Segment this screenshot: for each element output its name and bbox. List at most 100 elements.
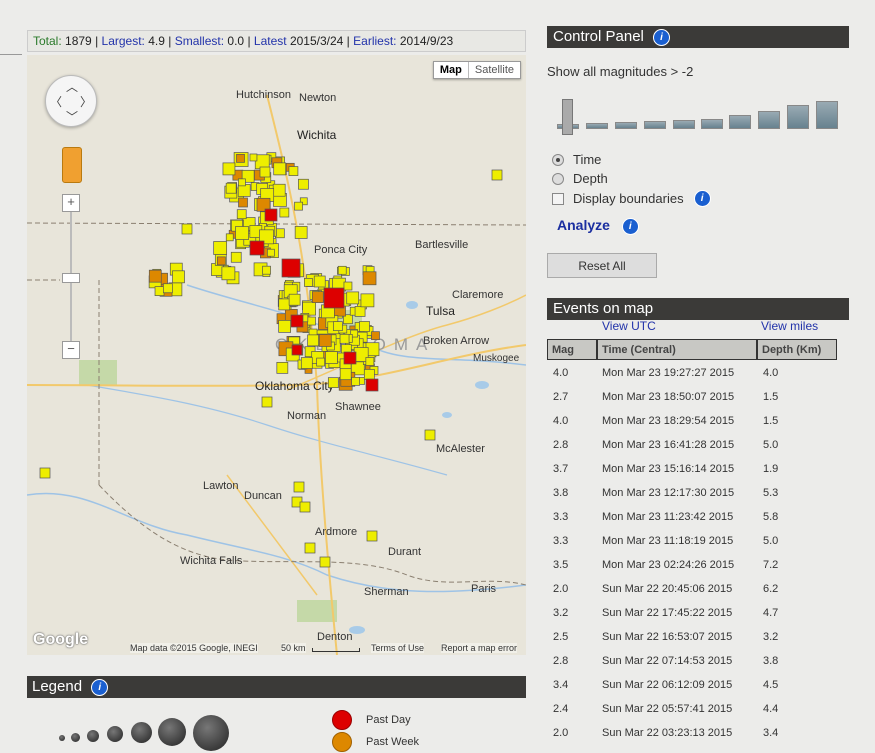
earthquake-marker[interactable] [238,178,246,187]
magnitude-step[interactable] [644,121,666,129]
map-type-map-button[interactable]: Map [434,62,468,78]
map-type-satellite-button[interactable]: Satellite [467,62,520,78]
earthquake-marker[interactable] [278,320,291,333]
earthquake-marker[interactable] [299,501,311,513]
earthquake-marker[interactable] [281,258,301,278]
table-row[interactable]: 2.0 Sun Mar 22 03:23:13 2015 3.4 [547,721,847,745]
earthquake-marker[interactable] [351,376,360,386]
terms-of-use-link[interactable]: Terms of Use [371,643,425,653]
earthquake-marker[interactable] [337,265,347,275]
pan-down-icon[interactable]: ﹀ [66,108,78,125]
magnitude-step[interactable] [787,105,809,129]
earthquake-marker[interactable] [172,270,185,284]
earthquake-marker[interactable] [318,334,332,347]
earthquake-marker[interactable] [213,241,228,255]
report-map-error-link[interactable]: Report a map error [441,643,518,653]
earthquake-marker[interactable] [491,169,503,181]
earthquake-marker[interactable] [236,154,245,163]
reset-all-button[interactable]: Reset All [547,253,657,278]
earthquake-marker[interactable] [279,207,290,218]
magnitude-slider-handle[interactable] [562,99,573,135]
column-header-time[interactable]: Time (Central) [597,339,757,360]
earthquake-marker[interactable] [333,321,343,331]
table-row[interactable]: 2.7 Mon Mar 23 18:50:07 2015 1.5 [547,385,847,409]
earthquake-marker[interactable] [288,166,299,176]
earthquake-marker[interactable] [181,223,193,235]
earthquake-marker[interactable] [259,166,271,178]
earthquake-marker[interactable] [300,357,313,369]
magnitude-step[interactable] [586,123,608,129]
earthquake-marker[interactable] [366,530,378,542]
earthquake-marker[interactable] [365,357,375,366]
earthquake-marker[interactable] [273,162,287,176]
earthquake-marker[interactable] [359,321,370,332]
earthquake-marker[interactable] [323,287,345,309]
earthquake-marker[interactable] [346,291,360,305]
earthquake-marker[interactable] [221,266,236,281]
analyze-label[interactable]: Analyze [557,217,610,233]
earthquake-marker[interactable] [163,283,173,294]
earthquake-marker[interactable] [304,278,313,287]
pan-right-icon[interactable]: 〉 [80,93,92,110]
earthquake-marker[interactable] [339,333,350,344]
magnitude-slider[interactable] [557,97,839,135]
earthquake-marker[interactable] [264,208,278,222]
time-option[interactable]: Time [552,152,601,167]
earthquake-marker[interactable] [216,256,226,266]
earthquake-marker[interactable] [313,275,326,288]
earthquake-marker[interactable] [39,467,51,479]
earthquake-marker[interactable] [249,153,258,162]
earthquake-marker[interactable] [236,209,247,220]
magnitude-step[interactable] [758,111,780,129]
table-row[interactable]: 2.4 Sun Mar 22 05:57:41 2015 4.4 [547,697,847,721]
depth-radio[interactable] [552,172,564,185]
depth-option[interactable]: Depth [552,171,608,186]
table-row[interactable]: 3.4 Sun Mar 22 06:12:09 2015 4.5 [547,673,847,697]
earthquake-marker[interactable] [343,281,353,291]
earthquake-marker[interactable] [237,184,251,197]
analyze-info-icon[interactable]: i [621,217,639,235]
pan-control[interactable]: ︿ ﹀ 〈 〉 [45,75,97,127]
boundaries-info-icon[interactable]: i [693,190,711,207]
map-type-control[interactable]: Map Satellite [432,61,521,79]
street-view-pegman-icon[interactable] [62,147,82,183]
earthquake-marker[interactable] [327,377,339,388]
legend-info-icon[interactable]: i [91,678,109,696]
earthquake-marker[interactable] [325,351,338,364]
table-row[interactable]: 3.8 Mon Mar 23 12:17:30 2015 5.3 [547,481,847,505]
earthquake-marker[interactable] [222,162,236,176]
earthquake-marker[interactable] [365,378,379,392]
table-row[interactable]: 2.5 Sun Mar 22 16:53:07 2015 3.2 [547,625,847,649]
earthquake-marker[interactable] [225,182,237,194]
pan-left-icon[interactable]: 〈 [50,93,62,110]
earthquake-marker[interactable] [360,293,375,308]
earthquake-marker[interactable] [249,240,265,256]
earthquake-marker[interactable] [235,226,249,240]
earthquake-marker[interactable] [148,269,162,283]
magnitude-step[interactable] [729,115,751,129]
pan-up-icon[interactable]: ︿ [66,78,78,95]
magnitude-step[interactable] [673,120,695,129]
table-row[interactable]: 2.8 Sun Mar 22 07:14:53 2015 3.8 [547,649,847,673]
table-row[interactable]: 3.3 Mon Mar 23 11:23:42 2015 5.8 [547,505,847,529]
table-row[interactable]: 2.0 Sun Mar 22 20:45:06 2015 6.2 [547,577,847,601]
table-row[interactable]: 3.5 Mon Mar 23 02:24:26 2015 7.2 [547,553,847,577]
earthquake-marker[interactable] [230,251,242,263]
table-row[interactable]: 4.0 Mon Mar 23 18:29:54 2015 1.5 [547,409,847,433]
earthquake-marker[interactable] [343,351,357,365]
earthquake-map[interactable]: OKLAHOMA Hutchinson Newton Wichita Ponca… [27,55,526,655]
view-miles-link[interactable]: View miles [761,319,818,333]
earthquake-marker[interactable] [294,201,303,211]
control-panel-info-icon[interactable]: i [653,28,671,46]
table-row[interactable]: 2.8 Mon Mar 23 16:41:28 2015 5.0 [547,433,847,457]
earthquake-marker[interactable] [319,556,331,568]
earthquake-marker[interactable] [238,197,248,208]
earthquake-marker[interactable] [278,298,291,311]
earthquake-marker[interactable] [154,286,165,296]
table-row[interactable]: 3.3 Mon Mar 23 11:18:19 2015 5.0 [547,529,847,553]
column-header-depth[interactable]: Depth (Km) [757,339,837,360]
earthquake-marker[interactable] [293,481,305,493]
column-header-mag[interactable]: Mag [547,339,597,360]
earthquake-marker[interactable] [290,314,304,328]
earthquake-marker[interactable] [363,369,375,380]
